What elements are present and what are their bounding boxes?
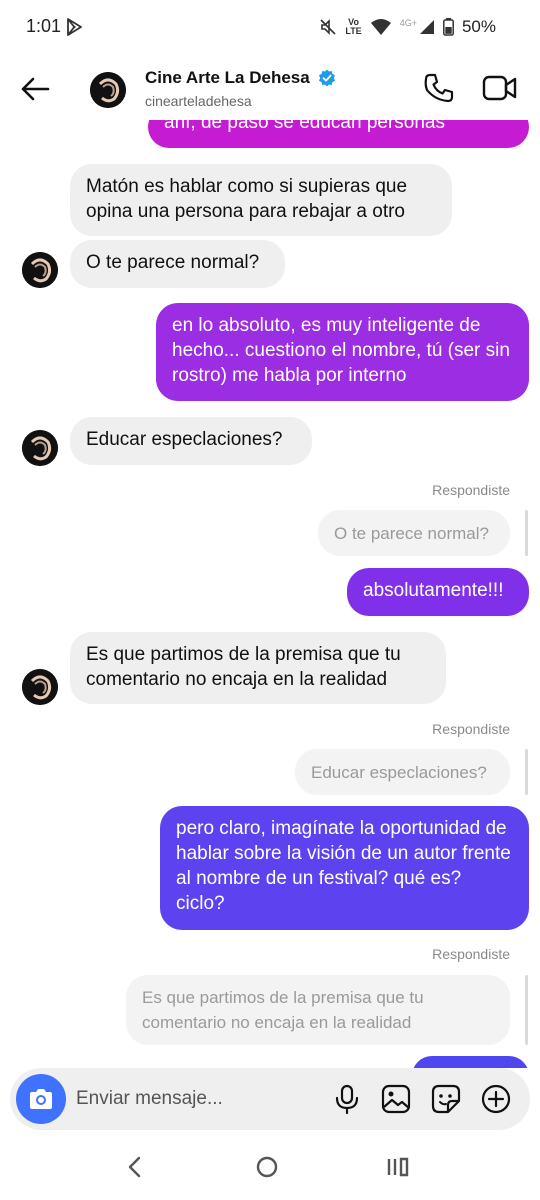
message-composer [10, 1068, 530, 1130]
network-type: 4G+ [399, 18, 417, 28]
message-incoming[interactable]: Es que partimos de la premisa que tu com… [70, 632, 446, 704]
avatar-image [22, 669, 58, 705]
battery-percent: 50% [461, 17, 496, 36]
camera-button[interactable] [16, 1074, 66, 1124]
message-incoming[interactable]: Matón es hablar como si supieras que opi… [70, 164, 452, 236]
verified-badge-icon [319, 69, 335, 87]
status-icons: Vo LTE 4G+ 50% [319, 14, 496, 40]
signal-icon [419, 20, 434, 34]
camera-icon [30, 1089, 52, 1109]
replied-label: Respondiste [432, 946, 510, 962]
wifi-icon [370, 19, 391, 35]
replied-label: Respondiste [432, 721, 510, 737]
reply-quote[interactable]: O te parece normal? [318, 510, 510, 556]
message-outgoing[interactable]: absolutamente!!! [347, 568, 529, 616]
sticker-icon[interactable] [430, 1083, 462, 1115]
video-icon[interactable] [482, 72, 518, 104]
play-store-icon [67, 18, 82, 36]
contact-name[interactable]: Cine Arte La Dehesa [145, 68, 310, 88]
battery-icon [443, 18, 454, 36]
avatar-image [22, 430, 58, 466]
message-outgoing[interactable]: pero claro, imagínate la oportunidad de … [160, 806, 529, 930]
reply-quote[interactable]: Es que partimos de la premisa que tu com… [126, 975, 510, 1045]
avatar-image [90, 72, 126, 108]
plus-circle-icon[interactable] [480, 1083, 512, 1115]
message-incoming[interactable]: Educar especlaciones? [70, 417, 312, 465]
message-incoming[interactable]: O te parece normal? [70, 240, 285, 288]
message-thread[interactable]: ahí, de paso se educan personas Matón es… [0, 120, 540, 1068]
contact-avatar[interactable] [90, 72, 126, 108]
reply-indicator-bar [525, 749, 528, 795]
mute-icon [320, 19, 336, 35]
reply-indicator-bar [525, 975, 528, 1045]
volte-indicator: Vo LTE [345, 17, 362, 36]
gallery-icon[interactable] [380, 1083, 412, 1115]
microphone-icon[interactable] [331, 1083, 363, 1115]
contact-avatar[interactable] [22, 669, 58, 705]
message-outgoing[interactable] [412, 1056, 529, 1068]
message-outgoing[interactable]: en lo absoluto, es muy inteligente de he… [156, 303, 529, 401]
contact-avatar[interactable] [22, 252, 58, 288]
nav-back-icon[interactable] [120, 1152, 150, 1182]
reply-quote[interactable]: Educar especlaciones? [295, 749, 510, 795]
system-nav-bar [0, 1130, 540, 1200]
status-time: 1:01 [26, 16, 62, 36]
contact-avatar[interactable] [22, 430, 58, 466]
phone-icon[interactable] [423, 72, 455, 104]
replied-label: Respondiste [432, 482, 510, 498]
status-bar: 1:01 Vo LTE 4G+ 50% [0, 0, 540, 56]
nav-home-icon[interactable] [252, 1152, 282, 1182]
reply-indicator-bar [525, 510, 528, 556]
message-input[interactable] [76, 1084, 306, 1114]
contact-handle: cinearteladehesa [145, 93, 252, 109]
nav-recents-icon[interactable] [383, 1152, 413, 1182]
message-outgoing[interactable]: ahí, de paso se educan personas [148, 120, 529, 148]
avatar-image [22, 252, 58, 288]
chat-header: Cine Arte La Dehesa cinearteladehesa [0, 56, 540, 120]
back-arrow-icon[interactable] [18, 72, 52, 106]
